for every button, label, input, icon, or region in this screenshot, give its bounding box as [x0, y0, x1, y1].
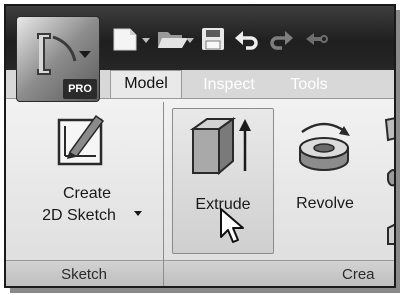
create-2d-sketch-button[interactable]: Create 2D Sketch — [32, 110, 152, 256]
return-icon — [306, 33, 328, 45]
revolve-button[interactable]: Revolve — [282, 110, 368, 256]
open-folder-icon — [158, 32, 194, 48]
create-2d-sketch-label-line2: 2D Sketch — [42, 207, 116, 224]
new-document-icon — [113, 28, 150, 51]
open-button[interactable] — [156, 26, 196, 52]
new-document-button[interactable] — [110, 26, 152, 52]
tab-label: Model — [124, 75, 168, 92]
revolve-label: Revolve — [296, 195, 354, 212]
partial-tool-icon[interactable] — [382, 116, 396, 246]
mouse-cursor-icon — [220, 208, 244, 243]
chevron-down-icon — [79, 51, 91, 58]
create-2d-sketch-label-line1: Create — [62, 185, 112, 202]
undo-button[interactable] — [234, 26, 260, 52]
create-panel-label: Crea — [342, 266, 375, 283]
redo-icon — [270, 31, 293, 50]
undo-icon — [235, 31, 258, 50]
tab-label: Tools — [290, 76, 328, 93]
edition-badge: PRO — [63, 79, 97, 99]
tab-label: Inspect — [203, 76, 255, 93]
extrude-button[interactable]: Extrude — [172, 108, 274, 254]
save-icon — [202, 28, 224, 50]
return-button[interactable] — [302, 26, 328, 52]
save-button[interactable] — [200, 26, 226, 52]
sketch-icon — [57, 114, 105, 166]
revolve-icon — [299, 122, 350, 171]
window-shadow-bottom — [10, 288, 400, 293]
chevron-down-icon — [134, 211, 142, 216]
tab-inspect[interactable]: Inspect — [192, 72, 266, 98]
tab-tools[interactable]: Tools — [278, 72, 340, 98]
extrude-icon — [189, 117, 251, 176]
redo-button[interactable] — [268, 26, 294, 52]
application-window: PRO Model Inspect Tools Create 2D Sketch… — [4, 4, 396, 288]
application-menu-button[interactable]: PRO — [16, 16, 100, 102]
sketch-panel-label: Sketch — [61, 266, 107, 283]
tab-model[interactable]: Model — [110, 70, 182, 100]
inventor-logo-icon — [37, 33, 77, 75]
window-shadow-right — [396, 10, 400, 292]
panel-divider — [163, 102, 164, 286]
